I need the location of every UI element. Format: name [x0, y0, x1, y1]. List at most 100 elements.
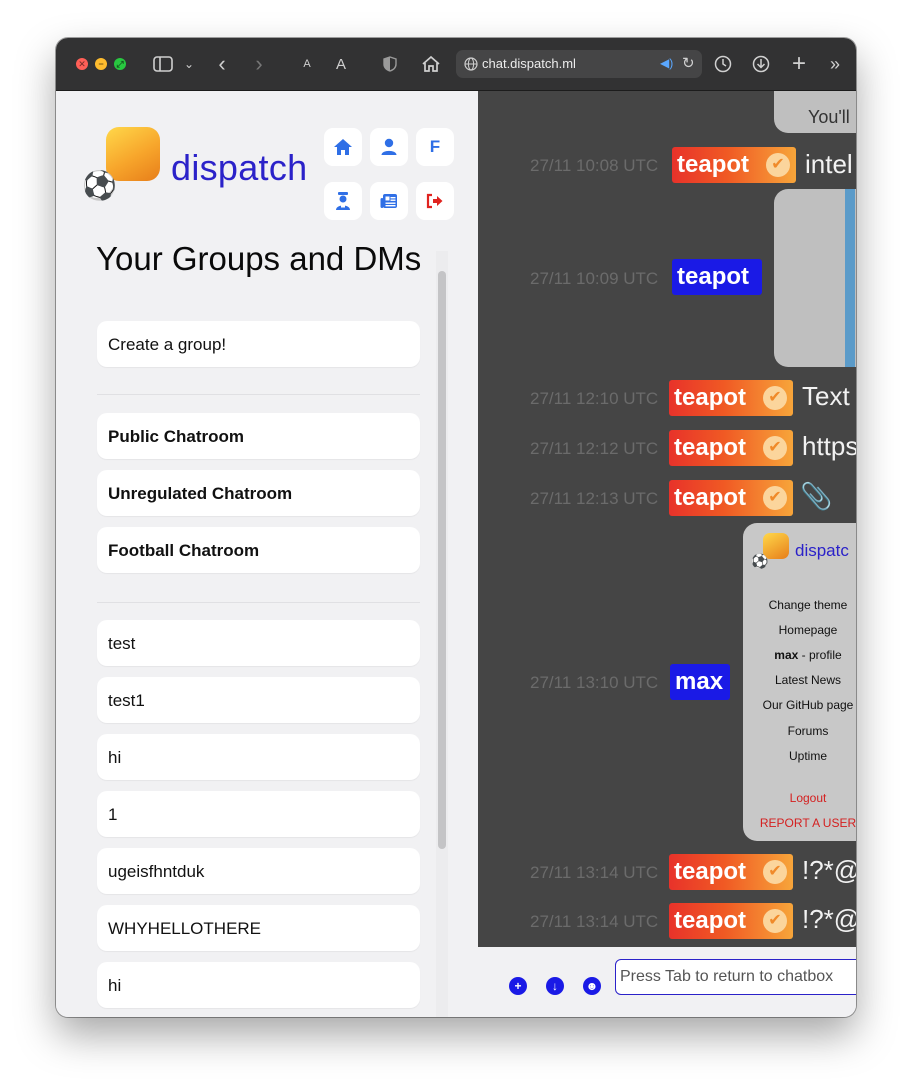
message-input[interactable] — [615, 959, 856, 995]
chatroom-item[interactable]: Football Chatroom — [97, 527, 420, 573]
message-text: https — [802, 431, 856, 461]
profile-button[interactable] — [370, 128, 408, 166]
username-badge[interactable]: teapot ✔ — [669, 854, 793, 890]
group-item[interactable]: hi — [97, 962, 420, 1008]
privacy-shield-icon[interactable] — [380, 52, 400, 76]
message-timestamp: 27/11 13:10 UTC — [530, 673, 659, 692]
verified-check-icon: ✔ — [763, 860, 787, 884]
logo-text[interactable]: dispatch — [171, 147, 308, 189]
group-item[interactable]: 1 — [97, 791, 420, 837]
sidebar-scrollbar-thumb[interactable] — [438, 271, 446, 849]
verified-check-icon: ✔ — [766, 153, 790, 177]
history-clock-icon[interactable] — [712, 52, 734, 76]
home-page-icon[interactable] — [420, 52, 442, 76]
username-badge[interactable]: teapot ✔ — [669, 903, 793, 939]
group-item[interactable]: test1 — [97, 677, 420, 723]
divider — [97, 394, 420, 395]
url-text: chat.dispatch.ml — [482, 56, 576, 71]
embed-report-link[interactable]: REPORT A USER — [743, 816, 856, 830]
embed-link[interactable]: Change theme — [743, 598, 856, 612]
scroll-down-icon[interactable]: ↓ — [546, 977, 564, 995]
reload-icon[interactable]: ↻ — [682, 54, 695, 72]
admin-icon — [336, 192, 350, 210]
verified-check-icon: ✔ — [763, 486, 787, 510]
add-attachment-icon[interactable]: + — [509, 977, 527, 995]
groups-heading: Your Groups and DMs — [96, 240, 422, 277]
embed-link[interactable]: Uptime — [743, 749, 856, 763]
message-timestamp: 27/11 10:08 UTC — [530, 156, 659, 175]
embed-link[interactable]: Forums — [743, 724, 856, 738]
theme-button[interactable]: F — [416, 128, 454, 166]
chatroom-item[interactable]: Public Chatroom — [97, 413, 420, 459]
home-icon — [334, 139, 352, 155]
embed-link[interactable]: Latest News — [743, 673, 856, 687]
new-tab-icon[interactable]: + — [788, 50, 810, 77]
group-item[interactable]: WHYHELLOTHERE — [97, 905, 420, 951]
group-item[interactable]: ugeisfhntduk — [97, 848, 420, 894]
sidebar-toggle-icon[interactable] — [152, 52, 174, 76]
home-button[interactable] — [324, 128, 362, 166]
downloads-icon[interactable] — [750, 52, 772, 76]
image-attachment[interactable] — [774, 189, 856, 367]
minimize-window-button[interactable]: − — [95, 58, 107, 70]
username-badge[interactable]: teapot ✔ — [669, 380, 793, 416]
message-text: !?*@ — [802, 855, 856, 885]
globe-icon — [464, 57, 478, 71]
browser-window: ✕ − ⤢ ⌄ ‹ › A A chat.dispatch.ml ◀︎) ↻ + — [56, 38, 856, 1017]
username-badge[interactable]: teapot — [672, 259, 762, 295]
speaker-icon[interactable]: ◀︎) — [660, 56, 673, 70]
chatroom-item[interactable]: Unregulated Chatroom — [97, 470, 420, 516]
message-timestamp: 27/11 13:14 UTC — [530, 863, 659, 882]
group-item[interactable]: test — [97, 620, 420, 666]
message-text: intel — [805, 149, 853, 179]
message-composer: + ↓ ☻ — [478, 947, 856, 1017]
embed-title: dispatc — [795, 541, 849, 560]
zoom-window-button[interactable]: ⤢ — [114, 58, 126, 70]
embedded-page-preview[interactable]: ⚽ dispatc Change theme Homepage max - pr… — [743, 523, 856, 841]
message-timestamp: 27/11 12:13 UTC — [530, 489, 659, 508]
message-timestamp: 27/11 12:10 UTC — [530, 389, 659, 408]
create-group-button[interactable]: Create a group! — [97, 321, 420, 367]
chevron-down-icon[interactable]: ⌄ — [182, 52, 196, 76]
message-text: Text — [802, 381, 850, 411]
address-bar[interactable]: chat.dispatch.ml ◀︎) ↻ — [456, 50, 702, 78]
embed-link[interactable]: Homepage — [743, 623, 856, 637]
image-preview-stripe — [845, 189, 855, 367]
embed-link[interactable]: Our GitHub page — [743, 698, 856, 712]
browser-toolbar: ✕ − ⤢ ⌄ ‹ › A A chat.dispatch.ml ◀︎) ↻ + — [56, 38, 856, 91]
group-item[interactable]: hi — [97, 734, 420, 780]
logout-button[interactable] — [416, 182, 454, 220]
logout-icon — [426, 193, 443, 209]
verified-check-icon: ✔ — [763, 436, 787, 460]
back-button[interactable]: ‹ — [212, 51, 232, 76]
username-badge[interactable]: teapot ✔ — [669, 430, 793, 466]
newspaper-icon — [380, 194, 397, 208]
sidebar: ⚽ dispatch F Your Groups and DMs Create … — [56, 91, 478, 1017]
embed-logout-link[interactable]: Logout — [743, 791, 856, 805]
forward-button[interactable]: › — [249, 51, 269, 76]
message-timestamp: 27/11 10:09 UTC — [530, 269, 659, 288]
reader-text-larger-button[interactable]: A — [332, 52, 350, 76]
emoji-icon[interactable]: ☻ — [583, 977, 601, 995]
verified-check-icon: ✔ — [763, 909, 787, 933]
message-bubble: You'll — [774, 91, 856, 133]
paperclip-icon[interactable]: 📎 — [800, 481, 832, 512]
tab-overflow-icon[interactable]: » — [824, 52, 846, 76]
football-icon: ⚽ — [82, 170, 117, 201]
username-badge[interactable]: max — [670, 664, 730, 700]
admin-button[interactable] — [324, 182, 362, 220]
message-text: !?*@ — [802, 904, 856, 934]
message-timestamp: 27/11 12:12 UTC — [530, 439, 659, 458]
divider — [97, 602, 420, 603]
news-button[interactable] — [370, 182, 408, 220]
embed-link[interactable]: max - profile — [743, 648, 856, 662]
verified-check-icon: ✔ — [763, 386, 787, 410]
username-badge[interactable]: teapot ✔ — [672, 147, 796, 183]
football-icon: ⚽ — [751, 553, 769, 569]
close-window-button[interactable]: ✕ — [76, 58, 88, 70]
reader-text-smaller-button[interactable]: A — [299, 52, 315, 76]
message-timestamp: 27/11 13:14 UTC — [530, 912, 659, 931]
username-badge[interactable]: teapot ✔ — [669, 480, 793, 516]
chat-panel: You'll 27/11 10:08 UTC teapot ✔ intel 27… — [478, 91, 856, 947]
user-icon — [381, 138, 397, 155]
